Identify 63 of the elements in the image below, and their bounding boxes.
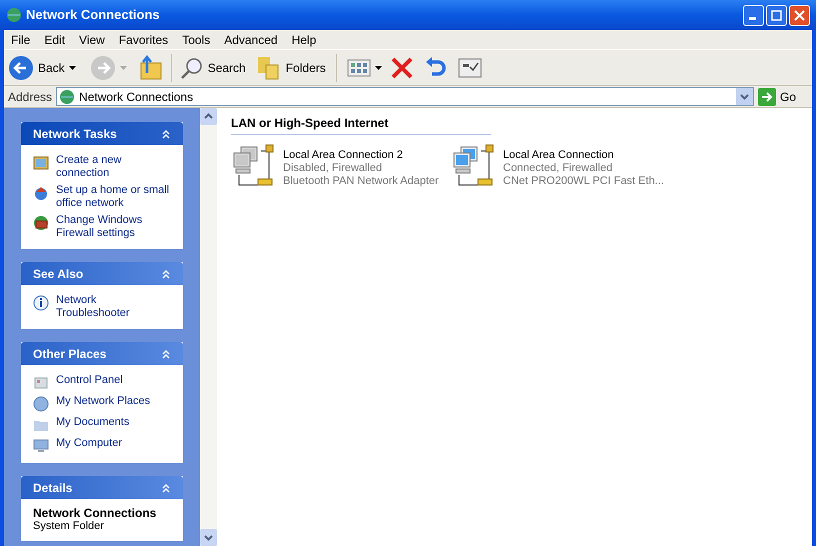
panel-header[interactable]: See Also [21,262,183,285]
scroll-up-icon[interactable] [200,108,217,125]
task-link[interactable]: Control Panel [56,374,123,387]
network-globe-icon [6,7,22,23]
globe-icon [33,396,49,412]
task-link[interactable]: My Network Places [56,395,150,408]
go-button[interactable]: Go [758,88,808,106]
panel-header[interactable]: Other Places [21,342,183,365]
folders-icon [256,54,280,80]
properties-icon[interactable] [458,58,482,78]
connection-status: Connected, Firewalled [503,162,614,175]
task-link[interactable]: Create a new connection [56,154,171,180]
computer-icon [33,438,49,454]
panel-header[interactable]: Details [21,476,183,499]
close-button[interactable] [789,4,810,26]
info-icon [33,295,49,311]
collapse-icon[interactable] [161,348,171,358]
panel-title: Details [33,480,72,496]
address-label: Address [8,88,52,106]
collapse-icon[interactable] [161,128,171,138]
task-link[interactable]: My Computer [56,437,122,450]
search-icon [180,56,204,80]
window-title: Network Connections [26,6,160,24]
connection-name[interactable]: Local Area Connection 2 [283,149,439,162]
minimize-button[interactable] [743,4,764,26]
minimize-icon [748,17,756,20]
address-field[interactable]: Network Connections [56,87,754,106]
dropdown-caret-icon[interactable] [374,66,382,70]
search-button[interactable]: Search [180,56,246,80]
menu-item[interactable]: Favorites [112,30,176,48]
back-button[interactable]: Back [8,54,65,80]
task-link[interactable]: My Documents [56,416,130,429]
details-name: Network Connections [33,507,158,520]
connection-name[interactable]: Local Area Connection [503,149,664,162]
folders-button[interactable]: Folders [256,54,326,80]
panel-title: Other Places [33,346,106,362]
adapter-name: CNet PRO200WL PCI Fast Eth... [503,175,664,188]
dropdown-caret-icon[interactable] [68,66,76,70]
menu-item[interactable]: Help [284,30,324,48]
task-link[interactable]: Change Windows Firewall settings [56,214,171,240]
panel-title: See Also [33,266,84,282]
menu-item[interactable]: Tools [175,30,218,48]
menu-item[interactable]: Edit [37,30,72,48]
control-panel-icon [33,375,49,391]
group-header: LAN or High-Speed Internet [231,114,491,135]
connection-status: Disabled, Firewalled [283,162,384,175]
network-globe-icon [59,88,76,104]
panel-title: Network Tasks [33,126,117,142]
scrollbar[interactable] [200,108,217,546]
panel-header[interactable]: Network Tasks [21,122,183,145]
adapter-name: Bluetooth PAN Network Adapter [283,175,439,188]
close-icon [794,10,805,20]
collapse-icon[interactable] [161,482,171,492]
scroll-down-icon[interactable] [200,529,217,546]
delete-x-icon[interactable] [390,56,414,80]
task-link[interactable]: Set up a home or small office network [56,184,171,210]
menu-item[interactable]: View [72,30,112,48]
menu-item[interactable]: Advanced [217,30,285,48]
details-type: System Folder [33,520,105,533]
menu-item[interactable]: File [4,30,38,48]
maximize-icon [771,10,782,20]
collapse-icon[interactable] [161,268,171,278]
maximize-button[interactable] [766,4,787,26]
